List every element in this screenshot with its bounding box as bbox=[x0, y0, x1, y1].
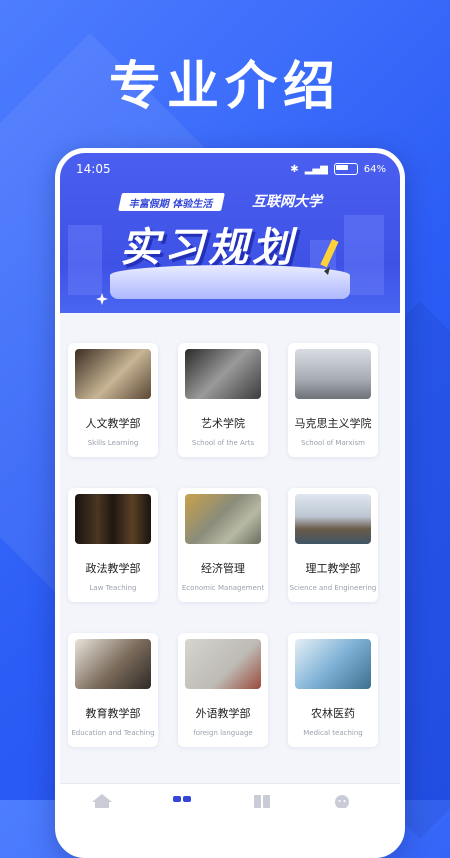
department-card[interactable]: 经济管理 Economic Management bbox=[178, 488, 268, 602]
lab-photo bbox=[295, 639, 371, 689]
department-card[interactable]: 人文教学部 Skills Learning bbox=[68, 343, 158, 457]
department-name: 政法教学部 bbox=[85, 562, 141, 575]
open-book-illustration bbox=[110, 265, 350, 299]
signal-icon: ▂▄▆ bbox=[304, 163, 328, 175]
department-english-name: School of the Arts bbox=[191, 439, 255, 447]
banner-ribbon-text: 丰富假期 体验生活 bbox=[128, 198, 215, 210]
department-english-name: Education and Teaching bbox=[71, 729, 155, 737]
department-card[interactable]: 理工教学部 Science and Engineering bbox=[288, 488, 378, 602]
department-name: 马克思主义学院 bbox=[294, 417, 372, 430]
department-name: 外语教学部 bbox=[195, 707, 251, 720]
department-name: 经济管理 bbox=[201, 562, 245, 575]
department-name: 理工教学部 bbox=[305, 562, 361, 575]
category-icon[interactable] bbox=[172, 794, 192, 808]
department-card[interactable]: 政法教学部 Law Teaching bbox=[68, 488, 158, 602]
bottom-tab-bar bbox=[60, 783, 400, 853]
department-name: 人文教学部 bbox=[85, 417, 141, 430]
department-english-name: foreign language bbox=[193, 729, 253, 737]
department-english-name: Science and Engineering bbox=[289, 584, 377, 592]
department-card[interactable]: 外语教学部 foreign language bbox=[178, 633, 268, 747]
pencil-icon bbox=[320, 239, 339, 275]
department-card[interactable]: 马克思主义学院 School of Marxism bbox=[288, 343, 378, 457]
bluetooth-icon: ✱ bbox=[290, 163, 299, 175]
banner[interactable]: 14:05 ✱ ▂▄▆ 64% 丰富假期 体验生活 互联网大学 实习规划 bbox=[60, 153, 400, 313]
blackboard-photo bbox=[185, 639, 261, 689]
book-icon[interactable] bbox=[252, 794, 272, 808]
classroom-photo bbox=[75, 639, 151, 689]
banner-ribbon: 丰富假期 体验生活 bbox=[118, 193, 226, 211]
page-headline: 专业介绍 bbox=[108, 57, 341, 117]
department-name: 艺术学院 bbox=[201, 417, 245, 430]
department-card[interactable]: 教育教学部 Education and Teaching bbox=[68, 633, 158, 747]
money-photo bbox=[185, 494, 261, 544]
building-shape bbox=[68, 225, 102, 295]
book-photo bbox=[75, 349, 151, 399]
building-shape bbox=[344, 215, 384, 295]
department-card[interactable]: 农林医药 Medical teaching bbox=[288, 633, 378, 747]
department-name: 教育教学部 bbox=[85, 707, 141, 720]
department-english-name: Skills Learning bbox=[87, 439, 139, 447]
gallery-photo bbox=[185, 349, 261, 399]
sparkle-icon bbox=[96, 293, 108, 305]
banner-university: 互联网大学 bbox=[252, 194, 322, 210]
profile-icon[interactable] bbox=[332, 794, 352, 808]
status-bar: 14:05 ✱ ▂▄▆ 64% bbox=[76, 159, 386, 179]
battery-level: 64% bbox=[363, 163, 386, 175]
library-photo bbox=[75, 494, 151, 544]
statue-photo bbox=[295, 349, 371, 399]
department-english-name: Economic Management bbox=[181, 584, 265, 592]
battery-icon bbox=[333, 163, 358, 175]
department-card[interactable]: 艺术学院 School of the Arts bbox=[178, 343, 268, 457]
department-english-name: Law Teaching bbox=[89, 584, 137, 592]
bridge-photo bbox=[295, 494, 371, 544]
department-english-name: School of Marxism bbox=[300, 439, 365, 447]
status-icons: ✱ ▂▄▆ 64% bbox=[290, 163, 386, 175]
department-name: 农林医药 bbox=[311, 707, 355, 720]
department-english-name: Medical teaching bbox=[303, 729, 363, 737]
home-icon[interactable] bbox=[92, 794, 112, 808]
phone-frame: 14:05 ✱ ▂▄▆ 64% 丰富假期 体验生活 互联网大学 实习规划 人文教… bbox=[55, 148, 405, 858]
status-time: 14:05 bbox=[76, 162, 111, 176]
